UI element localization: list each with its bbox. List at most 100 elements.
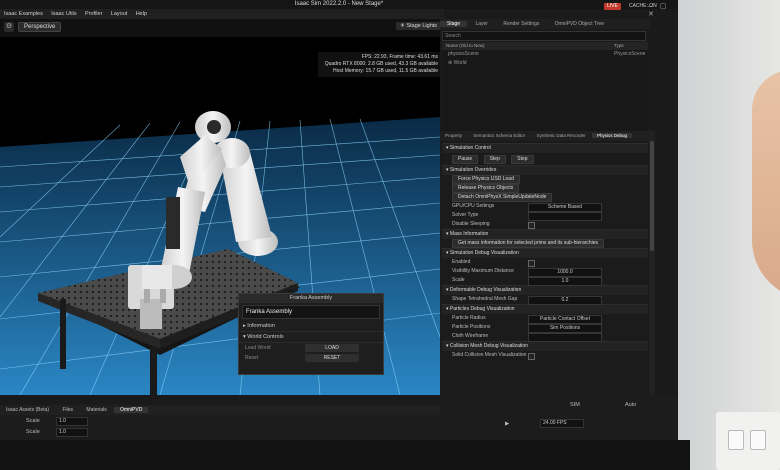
- tab-render-settings[interactable]: Render Settings: [496, 21, 546, 27]
- cloth-wireframe-label: Cloth Wireframe: [452, 333, 489, 339]
- debug-visualization-section[interactable]: ▾ Simulation Debug Visualization: [442, 248, 648, 258]
- gpu-cpu-label: GPU/CPU Settings: [452, 203, 495, 209]
- particle-radius-label: Particle Radius: [452, 315, 486, 321]
- stage-row-world[interactable]: ⊕ World: [442, 59, 648, 68]
- deformable-section[interactable]: ▾ Deformable Debug Visualization: [442, 285, 648, 295]
- disable-sleeping-row: Disable Sleeping: [442, 220, 648, 229]
- stage-row-name: World: [453, 60, 467, 66]
- play-icon[interactable]: ▶: [505, 421, 509, 427]
- reset-button[interactable]: RESET: [305, 354, 359, 362]
- tab-synthetic-data-recorder[interactable]: Synthetic Data Recorder: [532, 133, 591, 138]
- stage-lights-label: Stage Lights: [406, 23, 438, 29]
- stage-lights-button[interactable]: ☀ Stage Lights: [396, 22, 442, 30]
- bottom-panel: Scale 1.0 Scale 1.0 ▶ 24.00 FPS: [0, 415, 678, 440]
- tab-isaac-assets[interactable]: Isaac Assets (Beta): [0, 407, 55, 413]
- camera-label: Perspective: [24, 24, 56, 30]
- world-controls-section[interactable]: ▾ World Controls: [239, 332, 383, 343]
- tab-semantics-schema-editor[interactable]: Semantics Schema Editor: [468, 133, 530, 138]
- simulation-control-section[interactable]: ▾ Simulation Control: [442, 143, 648, 153]
- menu-profiler[interactable]: Profiler: [85, 11, 102, 17]
- socket-left: [728, 430, 744, 450]
- mass-information-section[interactable]: ▾ Mass Information: [442, 229, 648, 239]
- prim-name-field[interactable]: Franka Assembly: [242, 305, 380, 319]
- get-mass-button[interactable]: Get mass information for selected prims …: [452, 239, 605, 248]
- section-title: Collision Mesh Debug Visualization: [449, 343, 528, 349]
- step-button[interactable]: Step: [511, 155, 534, 164]
- section-title: Mass Information: [449, 231, 489, 237]
- tab-files[interactable]: Files: [56, 407, 79, 413]
- solver-type-row: Solver Type: [442, 211, 648, 221]
- solid-collision-row: Solid Collision Mesh Visualization: [442, 351, 648, 360]
- disable-sleeping-checkbox[interactable]: [528, 222, 535, 229]
- tab-property[interactable]: Property: [440, 133, 467, 138]
- section-title: Simulation Debug Visualization: [449, 250, 519, 256]
- collision-mesh-section[interactable]: ▾ Collision Mesh Debug Visualization: [442, 341, 648, 351]
- tab-physics-debug[interactable]: Physics Debug: [592, 133, 633, 138]
- solver-type-label: Solver Type: [452, 212, 479, 218]
- scale-field-2[interactable]: 1.0: [56, 428, 88, 437]
- camera-selector[interactable]: Perspective: [18, 22, 62, 32]
- tab-materials[interactable]: Materials: [80, 407, 112, 413]
- scrollbar-thumb[interactable]: [650, 141, 654, 251]
- live-badge[interactable]: LIVE: [604, 3, 621, 10]
- tab-omnipvd-object-tree[interactable]: OmniPVD Object Tree: [548, 21, 611, 27]
- window-controls-icon[interactable]: – ▢ ✕: [648, 2, 678, 18]
- load-world-row: Load World LOAD: [239, 343, 383, 353]
- pause-button[interactable]: Pause: [452, 155, 479, 164]
- information-section[interactable]: ▸ Information: [239, 321, 383, 332]
- shape-gap-field[interactable]: 0.2: [528, 296, 602, 305]
- tab-omnipvd[interactable]: OmniPVD: [114, 407, 149, 413]
- menu-layout[interactable]: Layout: [111, 11, 128, 17]
- enabled-row: Enabled: [442, 258, 648, 267]
- menu-isaac-utils[interactable]: Isaac Utils: [51, 11, 76, 17]
- wall-outlet: [716, 412, 780, 470]
- gpu-stat: Quadro RTX 8000: 2.8 GB used, 43.3 GB av…: [324, 61, 438, 67]
- solid-collision-checkbox[interactable]: [528, 353, 535, 360]
- stage-row-type: PhysicsScene: [614, 51, 646, 57]
- menu-isaac-examples[interactable]: Isaac Examples: [4, 11, 43, 17]
- information-label: Information: [247, 323, 275, 329]
- tab-stage[interactable]: Stage: [440, 21, 468, 27]
- enabled-checkbox[interactable]: [528, 260, 535, 267]
- scale-field[interactable]: 1.0: [528, 277, 602, 286]
- force-load-row: Force Physics USD Load: [442, 175, 648, 184]
- particles-section[interactable]: ▾ Particles Debug Visualization: [442, 304, 648, 314]
- property-scrollbar[interactable]: [649, 131, 655, 405]
- scale-field-1[interactable]: 1.0: [56, 417, 88, 426]
- viewport-settings-icon[interactable]: ⚙: [4, 22, 14, 32]
- cloth-wireframe-dropdown[interactable]: [528, 333, 602, 342]
- menu-bar: Isaac Examples Isaac Utils Profiler Layo…: [0, 9, 444, 19]
- world-controls-label: World Controls: [247, 334, 284, 340]
- col-type[interactable]: Type: [614, 42, 624, 50]
- load-button[interactable]: LOAD: [305, 344, 359, 352]
- solid-collision-label: Solid Collision Mesh Visualization: [452, 352, 527, 358]
- socket-right: [750, 430, 766, 450]
- viewport-stats: FPS: 22.93, Frame time: 43.61 ms Quadro …: [318, 52, 440, 77]
- col-name[interactable]: Name (Old to New): [446, 43, 485, 48]
- reset-label: Reset: [245, 355, 259, 361]
- monitor-screen: Isaac Sim 2022.2.0 - New Stage* LIVE CAC…: [0, 0, 678, 440]
- stage-search-input[interactable]: Search: [442, 31, 646, 41]
- tab-layer[interactable]: Layer: [468, 21, 495, 27]
- shape-gap-row: Shape Tetrahedral Mesh Gap 0.2: [442, 295, 648, 305]
- auto-label[interactable]: Auto: [625, 402, 636, 408]
- release-row: Release Physics Objects: [442, 184, 648, 193]
- detach-button[interactable]: Detach OmniPhysX SimpleUpdateNode: [452, 193, 553, 202]
- section-title: Simulation Overrides: [449, 167, 497, 173]
- memory-stat: Host Memory: 15.7 GB used, 11.5 GB avail…: [333, 68, 438, 74]
- menu-help[interactable]: Help: [136, 11, 147, 17]
- shape-gap-label: Shape Tetrahedral Mesh Gap: [452, 296, 518, 302]
- force-load-button[interactable]: Force Physics USD Load: [452, 175, 520, 184]
- cloth-wireframe-row: Cloth Wireframe: [442, 332, 648, 342]
- stage-tree: Name (Old to New) Type physicsScene Phys…: [442, 42, 648, 132]
- stage-row-physicsscene[interactable]: physicsScene PhysicsScene: [442, 50, 648, 59]
- timeline-bar: SIM Auto: [440, 395, 678, 415]
- fps-stat: FPS: 22.93, Frame time: 43.61 ms: [361, 54, 438, 60]
- floating-header: Franka Assembly: [239, 294, 383, 303]
- stop-button[interactable]: Step: [483, 155, 506, 164]
- detach-row: Detach OmniPhysX SimpleUpdateNode: [442, 193, 648, 202]
- release-button[interactable]: Release Physics Objects: [452, 184, 520, 193]
- simulation-overrides-section[interactable]: ▾ Simulation Overrides: [442, 165, 648, 175]
- scale-label-1: Scale: [26, 418, 40, 424]
- fps-field[interactable]: 24.00 FPS: [540, 419, 584, 428]
